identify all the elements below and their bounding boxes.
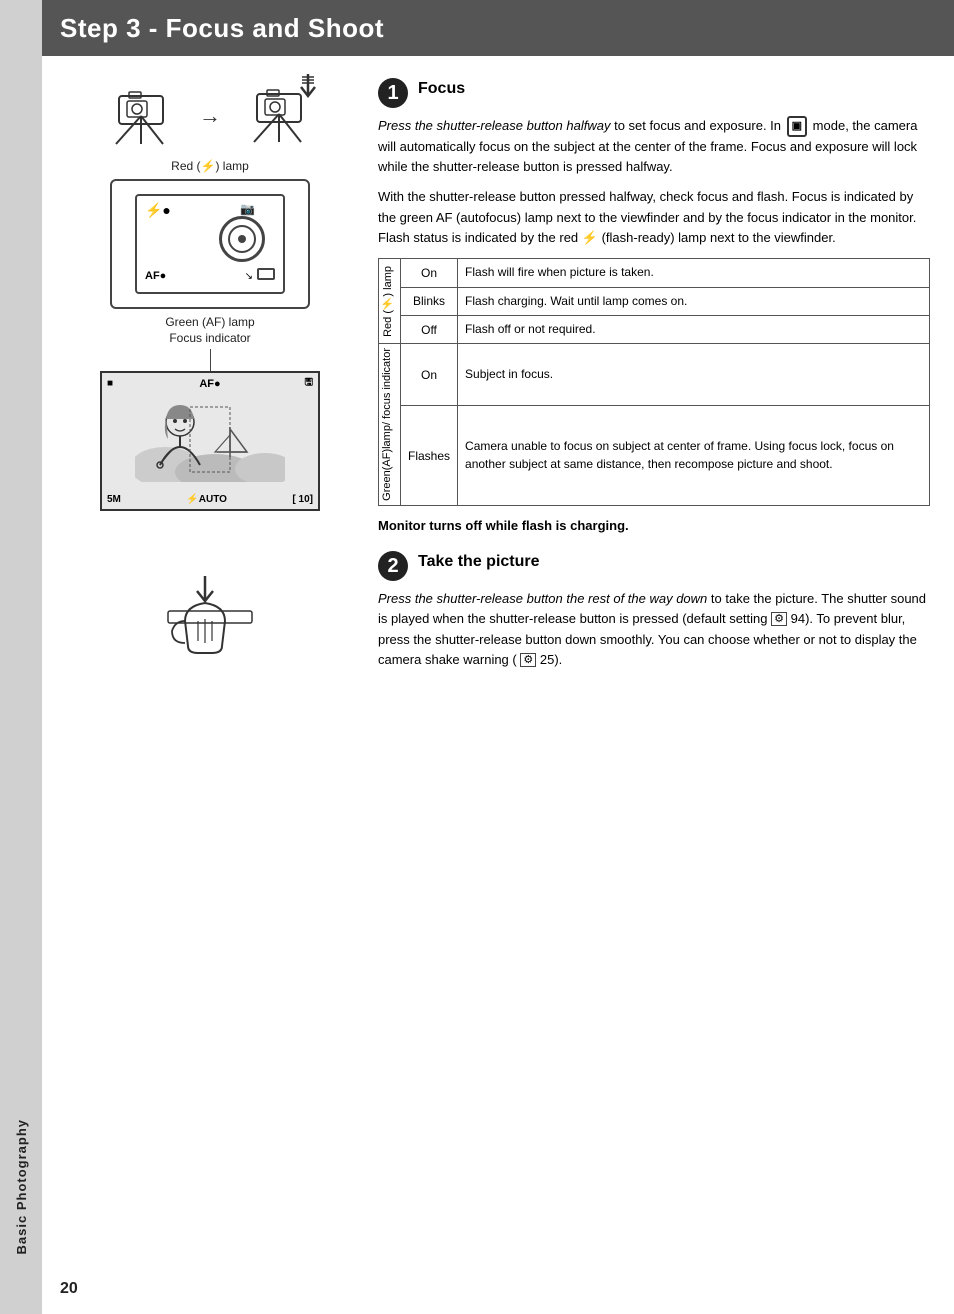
camera-front-diagram: ⚡● AF● 📷 ↘ xyxy=(110,179,310,309)
step1-paragraph2: With the shutter-release button pressed … xyxy=(378,187,930,248)
step1-number: 1 xyxy=(378,78,408,108)
step2-header: 2 Take the picture xyxy=(378,549,930,581)
monitor-mode-icon: ■ xyxy=(107,378,113,389)
page-title: Step 3 - Focus and Shoot xyxy=(60,13,384,44)
camera-shoot-diagram xyxy=(239,84,319,147)
step2-num2: 25). xyxy=(540,652,562,667)
desc-on-text: Flash will fire when picture is taken. xyxy=(465,265,654,279)
step1-italic1: Press the shutter-release button halfway xyxy=(378,118,610,133)
step1-title: Focus xyxy=(418,76,465,98)
status-off-cell: Off xyxy=(401,316,458,344)
green-desc-flashes-cell: Camera unable to focus on subject at cen… xyxy=(458,406,930,506)
table-row: Flashes Camera unable to focus on subjec… xyxy=(379,406,930,506)
monitor-af-indicator: AF● xyxy=(199,378,220,390)
monitor-scene-svg xyxy=(135,397,285,482)
finger-press-icon xyxy=(150,571,270,661)
camera-on-tripod-icon xyxy=(101,86,181,146)
table-row: Red (⚡) lamp On Flash will fire when pic… xyxy=(379,259,930,287)
focus-indicator-line xyxy=(60,349,360,371)
green-desc-flashes-text: Camera unable to focus on subject at cen… xyxy=(465,439,894,470)
right-column: 1 Focus Press the shutter-release button… xyxy=(370,76,930,1294)
desc-blinks-text: Flash charging. Wait until lamp comes on… xyxy=(465,294,687,308)
main-content: → xyxy=(42,56,954,1314)
status-blinks-cell: Blinks xyxy=(401,287,458,315)
green-status-flashes-cell: Flashes xyxy=(401,406,458,506)
af-indicator-label: AF● xyxy=(145,270,166,282)
flash-status-table: Red (⚡) lamp On Flash will fire when pic… xyxy=(378,258,930,506)
settings-icon-2: ⚙ xyxy=(520,653,536,667)
green-desc-on-cell: Subject in focus. xyxy=(458,344,930,406)
step2-paragraph: Press the shutter-release button the res… xyxy=(378,589,930,670)
monitor-top-bar: ■ AF● 🖫 xyxy=(102,373,318,394)
green-lamp-label: Green (AF) lamp xyxy=(60,315,360,329)
desc-on-cell: Flash will fire when picture is taken. xyxy=(458,259,930,287)
camera-front-inner: ⚡● AF● 📷 ↘ xyxy=(135,194,285,294)
flash-indicator-icon: ⚡● xyxy=(145,202,171,219)
lens-dot xyxy=(238,235,246,243)
page-number: 20 xyxy=(60,1280,78,1298)
top-diagram: → xyxy=(60,84,360,147)
focus-indicator-label: Focus indicator xyxy=(60,331,360,345)
monitor-megapixel: 5M xyxy=(107,494,121,505)
monitor-bottom-bar: 5M ⚡AUTO [ 10] xyxy=(102,492,318,507)
settings-icon-1: ⚙ xyxy=(771,612,787,626)
green-lamp-header-cell: Green(AF)lamp/ focus indicator xyxy=(379,344,401,506)
step1-text1: to set focus and exposure. In xyxy=(614,118,785,133)
status-on-cell: On xyxy=(401,259,458,287)
sidebar: Basic Photography xyxy=(0,0,42,1314)
lens-diagram xyxy=(219,216,265,262)
step1-header: 1 Focus xyxy=(378,76,930,108)
lens-inner-ring xyxy=(228,225,256,253)
indicator-line xyxy=(210,349,211,371)
green-desc-on-text: Subject in focus. xyxy=(465,367,553,381)
green-status-on-cell: On xyxy=(401,344,458,406)
step1-paragraph1: Press the shutter-release button halfway… xyxy=(378,116,930,177)
step1-p2-text2: (flash-ready) lamp next to the viewfinde… xyxy=(602,230,836,245)
desc-blinks-cell: Flash charging. Wait until lamp comes on… xyxy=(458,287,930,315)
monitor-display: ■ AF● 🖫 xyxy=(100,371,320,511)
page-header: Step 3 - Focus and Shoot xyxy=(42,0,954,56)
status-on-label: On xyxy=(421,266,437,280)
step2-title: Take the picture xyxy=(418,549,540,571)
down-arrow-icon xyxy=(297,74,319,102)
status-blinks-label: Blinks xyxy=(413,294,445,308)
camera-mode-icon: ▣ xyxy=(787,116,807,137)
sidebar-label: Basic Photography xyxy=(14,1119,29,1254)
step2-illustration xyxy=(60,571,360,661)
desc-off-cell: Flash off or not required. xyxy=(458,316,930,344)
table-row: Blinks Flash charging. Wait until lamp c… xyxy=(379,287,930,315)
red-lamp-label: Red (⚡) lamp xyxy=(60,159,360,173)
shutter-button-indicator: ↘ xyxy=(245,271,253,282)
monitor-scene xyxy=(102,394,318,484)
red-lamp-header-cell: Red (⚡) lamp xyxy=(379,259,401,344)
arrow-right-icon: → xyxy=(199,103,221,129)
flash-icon-p2: ⚡ xyxy=(582,228,598,248)
monitor-flash-mode: ⚡AUTO xyxy=(186,494,227,505)
red-lamp-rotated-text: Red (⚡) lamp xyxy=(381,266,394,337)
green-status-flashes-label: Flashes xyxy=(408,449,450,463)
step2-italic: Press the shutter-release button the res… xyxy=(378,591,707,606)
step2-number: 2 xyxy=(378,551,408,581)
monitor-memory-icon: 🖫 xyxy=(304,375,313,392)
green-lamp-rotated-text: Green(AF)lamp/ focus indicator xyxy=(381,348,393,501)
monitor-frame-count: [ 10] xyxy=(292,494,313,505)
flash-note: Monitor turns off while flash is chargin… xyxy=(378,518,930,533)
viewfinder-diagram xyxy=(257,268,275,280)
table-row: Green(AF)lamp/ focus indicator On Subjec… xyxy=(379,344,930,406)
table-row: Off Flash off or not required. xyxy=(379,316,930,344)
camera-mini-icon: 📷 xyxy=(240,202,255,216)
status-off-label: Off xyxy=(421,323,437,337)
flash-symbol-label: ⚡ xyxy=(201,159,216,173)
desc-off-text: Flash off or not required. xyxy=(465,322,596,336)
left-column: → xyxy=(60,76,370,1294)
green-status-on-label: On xyxy=(421,368,437,382)
